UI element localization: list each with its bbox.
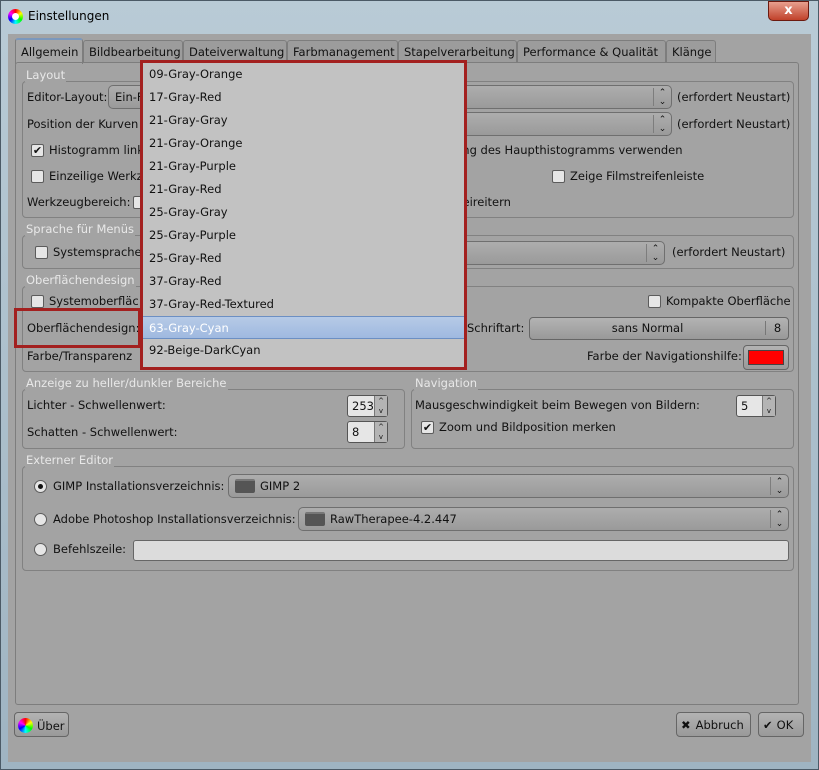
curves-label: Position der Kurven xyxy=(27,117,139,131)
system-theme-checkbox[interactable] xyxy=(31,295,44,308)
photoshop-radio[interactable] xyxy=(34,513,47,526)
speed-value: 5 xyxy=(741,399,749,413)
dropdown-item[interactable]: 17-Gray-Red xyxy=(143,86,464,109)
dropdown-item[interactable]: 21-Gray-Red xyxy=(143,178,464,201)
dropdown-item[interactable]: 37-Gray-Red-Textured xyxy=(143,293,464,316)
command-radio[interactable] xyxy=(34,543,47,556)
title-bar[interactable]: Einstellungen x xyxy=(0,0,819,34)
compact-label: Kompakte Oberfläche xyxy=(666,294,791,308)
gimp-folder-value: GIMP 2 xyxy=(260,479,301,493)
dropdown-item[interactable]: 21-Gray-Gray xyxy=(143,109,464,132)
font-label: Schriftart: xyxy=(467,321,525,335)
window-title: Einstellungen xyxy=(28,9,110,23)
gimp-radio[interactable] xyxy=(34,480,47,493)
toolarea-label: Werkzeugbereich: xyxy=(27,195,131,209)
about-label: Über xyxy=(37,719,65,733)
tab-klaenge[interactable]: Klänge xyxy=(666,40,716,63)
dropdown-item[interactable]: 25-Gray-Red xyxy=(143,247,464,270)
spin-arrows-icon[interactable]: ^ v xyxy=(762,396,775,416)
shadows-label: Schatten - Schwellenwert: xyxy=(27,425,178,439)
gimp-label: GIMP Installationsverzeichnis: xyxy=(53,479,225,493)
system-theme-label: Systemoberfläc xyxy=(49,294,139,308)
font-size: 8 xyxy=(765,321,789,335)
command-label: Befehlszeile: xyxy=(53,542,127,556)
system-language-checkbox[interactable] xyxy=(35,246,48,259)
dropdown-item[interactable]: 09-Gray-Orange xyxy=(143,63,464,86)
dropdown-item[interactable]: 21-Gray-Orange xyxy=(143,132,464,155)
highlights-label: Lichter - Schwellenwert: xyxy=(27,398,166,412)
dropdown-item[interactable]: 37-Gray-Red xyxy=(143,270,464,293)
cancel-button[interactable]: ✖ Abbruch xyxy=(676,712,751,737)
check-icon: ✔ xyxy=(763,718,773,732)
histogram-label-end: ung des Haupthistogramms verwenden xyxy=(455,143,683,157)
photoshop-folder-value: RawTherapee-4.2.447 xyxy=(330,512,457,526)
ok-label: OK xyxy=(776,718,794,732)
histogram-checkbox[interactable]: ✔ xyxy=(31,144,44,157)
nav-color-button[interactable] xyxy=(743,345,789,370)
about-button[interactable]: Über xyxy=(14,712,69,737)
highlight-annotation xyxy=(14,308,141,348)
navigation-legend: Navigation xyxy=(414,376,479,390)
compact-checkbox[interactable] xyxy=(648,295,661,308)
dropdown-item[interactable]: 92-Beige-DarkCyan xyxy=(143,339,464,362)
updown-icon: ⌃ ⌄ xyxy=(653,115,671,134)
photoshop-label: Adobe Photoshop Installationsverzeichnis… xyxy=(53,512,296,526)
tab-performance[interactable]: Performance & Qualität xyxy=(517,40,666,63)
spin-arrows-icon[interactable]: ^ v xyxy=(374,396,387,416)
filmstrip-label: Zeige Filmstreifenleiste xyxy=(570,169,705,183)
tab-allgemein[interactable]: Allgemein xyxy=(15,38,83,64)
shadows-value: 8 xyxy=(352,425,360,439)
remember-label: Zoom und Bildposition merken xyxy=(439,420,616,434)
system-language-label: Systemsprache xyxy=(53,245,142,259)
editor-layout-label: Editor-Layout: xyxy=(27,90,108,104)
single-row-label: Einzeilige Werkz xyxy=(49,169,143,183)
nav-color-swatch xyxy=(748,350,784,365)
restart-note: (erfordert Neustart) xyxy=(677,117,791,131)
dropdown-item[interactable]: 21-Gray-Purple xyxy=(143,155,464,178)
photoshop-folder-combo[interactable]: RawTherapee-4.2.447 ⌃ ⌄ xyxy=(298,507,789,531)
highlights-value: 253 xyxy=(352,399,374,413)
color-transparency-label: Farbe/Transparenz xyxy=(27,349,133,363)
external-legend: Externer Editor xyxy=(25,453,114,467)
shadows-spinner[interactable]: 8 ^ v xyxy=(347,421,388,443)
language-legend: Sprache für Menüs xyxy=(25,222,136,236)
dropdown-item[interactable]: 25-Gray-Gray xyxy=(143,201,464,224)
cancel-label: Abbruch xyxy=(695,718,744,732)
dropdown-item[interactable]: 25-Gray-Purple xyxy=(143,224,464,247)
restart-note: (erfordert Neustart) xyxy=(677,90,791,104)
filmstrip-checkbox[interactable] xyxy=(552,170,565,183)
folder-icon xyxy=(235,479,255,493)
layout-legend: Layout xyxy=(25,68,67,82)
app-icon xyxy=(18,718,33,733)
speed-spinner[interactable]: 5 ^ v xyxy=(736,395,776,417)
theme-dropdown-list[interactable]: 09-Gray-Orange 17-Gray-Red 21-Gray-Gray 21-… xyxy=(140,60,467,370)
updown-icon: ⌃ ⌄ xyxy=(653,88,671,107)
histogram-label: Histogramm link xyxy=(49,143,144,157)
ok-button[interactable]: ✔ OK xyxy=(758,712,804,737)
updown-icon: ⌃ ⌄ xyxy=(770,510,788,529)
clipping-legend: Anzeige zu heller/dunkler Bereiche xyxy=(25,376,228,390)
highlights-spinner[interactable]: 253 ^ v xyxy=(347,395,388,417)
app-icon xyxy=(8,9,23,24)
gimp-folder-combo[interactable]: GIMP 2 ⌃ ⌄ xyxy=(228,474,789,498)
close-button[interactable]: x xyxy=(768,1,809,21)
remember-checkbox[interactable]: ✔ xyxy=(421,421,434,434)
speed-label: Mausgeschwindigkeit beim Bewegen von Bil… xyxy=(415,398,700,412)
theme-legend: Oberflächendesign xyxy=(25,273,136,287)
cancel-x-icon: ✖ xyxy=(681,718,691,732)
font-button[interactable]: sans Normal 8 xyxy=(529,317,789,340)
dropdown-item[interactable]: 63-Gray-Cyan xyxy=(143,316,464,339)
updown-icon: ⌃ ⌄ xyxy=(646,244,664,263)
spin-arrows-icon[interactable]: ^ v xyxy=(374,422,387,442)
restart-note: (erfordert Neustart) xyxy=(672,245,786,259)
nav-color-label: Farbe der Navigationshilfe: xyxy=(587,349,742,363)
folder-icon xyxy=(305,512,325,526)
font-name: sans Normal xyxy=(611,321,684,335)
updown-icon: ⌃ ⌄ xyxy=(770,477,788,496)
command-input[interactable] xyxy=(133,540,789,561)
single-row-checkbox[interactable] xyxy=(31,170,44,183)
